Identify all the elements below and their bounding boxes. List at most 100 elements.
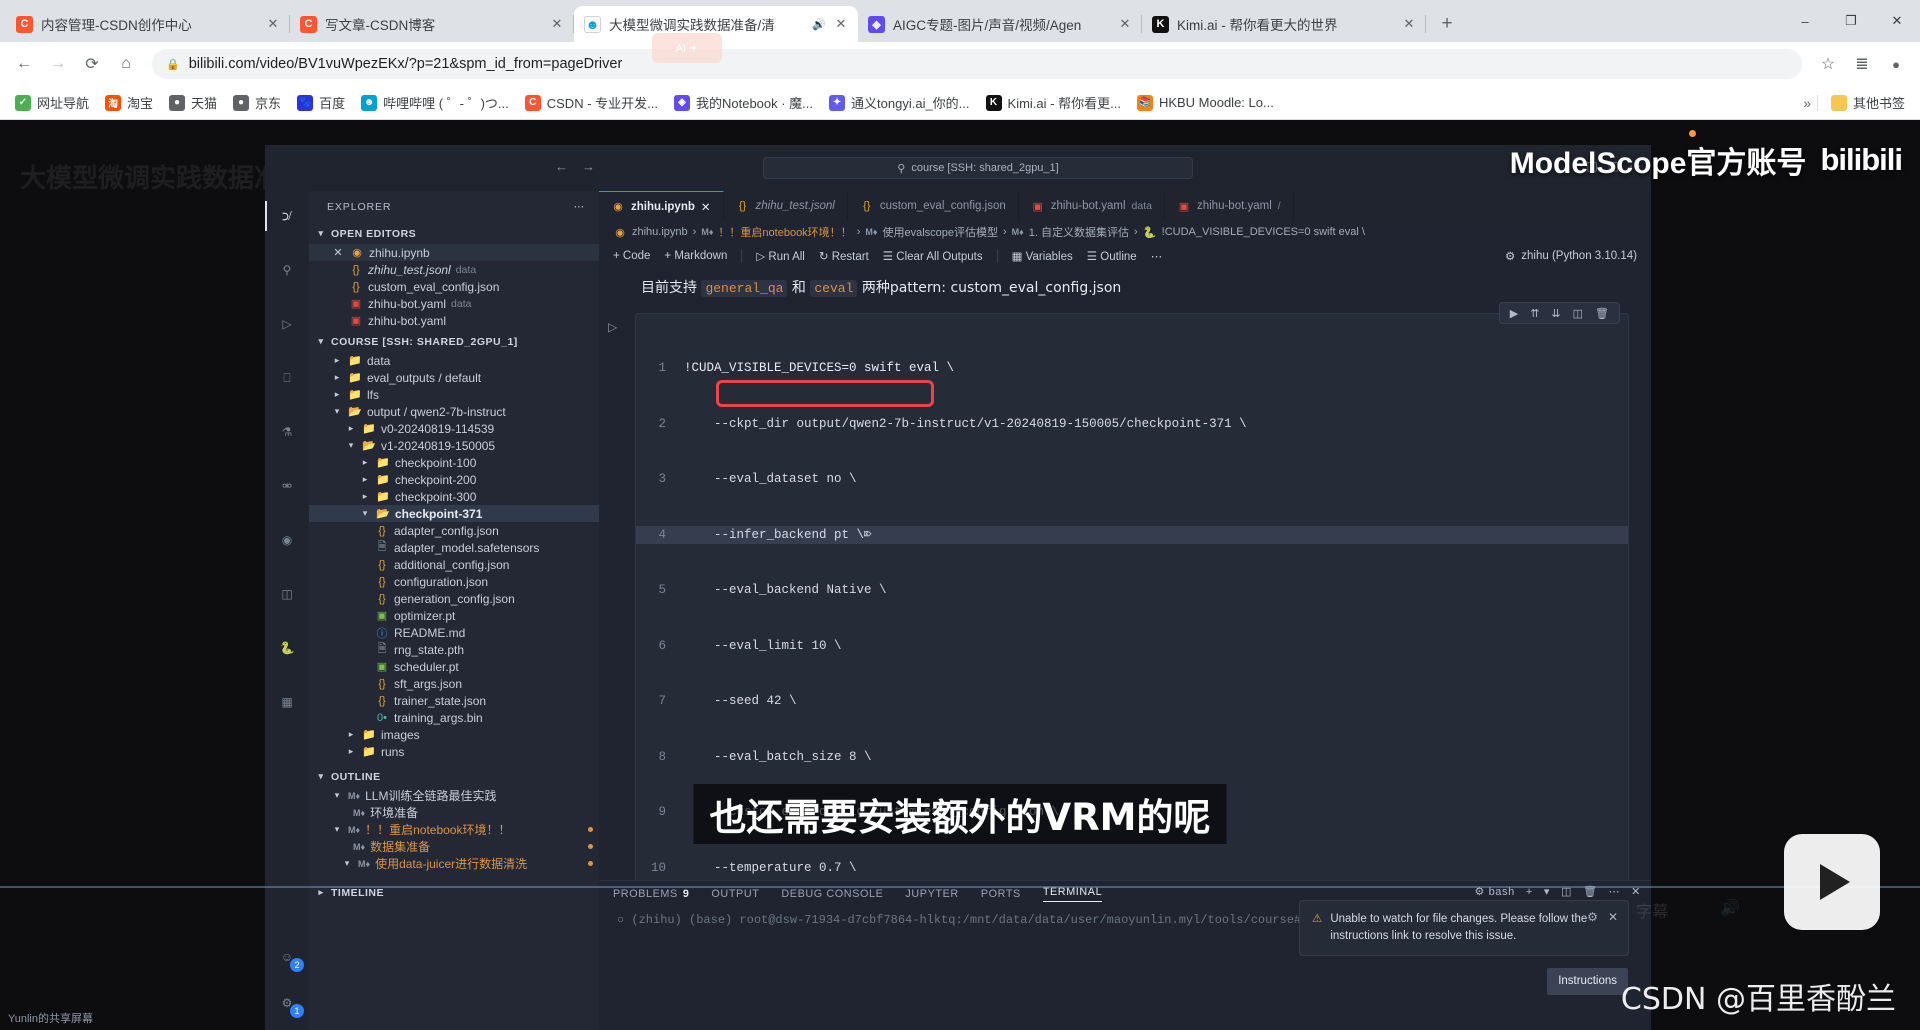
tree-item-readme[interactable]: ⓘ README.md bbox=[309, 624, 599, 641]
play-button-overlay[interactable] bbox=[1784, 834, 1880, 930]
editor-tab-zhihu-test-jsonl[interactable]: {} zhihu_test.jsonl bbox=[724, 191, 848, 221]
address-bar[interactable]: 🔒 bilibili.com/video/BV1vuWpezEKx/?p=21&… bbox=[152, 33, 1802, 79]
editor-tab-custom-eval-config[interactable]: {} custom_eval_config.json bbox=[848, 191, 1019, 221]
open-editor-item-3[interactable]: ▣ zhihu-bot.yaml data bbox=[309, 295, 599, 312]
open-editor-item-1[interactable]: {} zhihu_test.jsonl data bbox=[309, 261, 599, 278]
section-workspace[interactable]: ▾ COURSE [SSH: SHARED_2GPU_1] bbox=[309, 331, 599, 352]
bookmark-9[interactable]: K Kimi.ai - 帮你看更... bbox=[979, 89, 1128, 116]
tree-item-configuration[interactable]: {} configuration.json bbox=[309, 573, 599, 590]
other-bookmarks-button[interactable]: 其他书签 bbox=[1824, 89, 1912, 116]
outline-button[interactable]: ☰ Outline bbox=[1087, 249, 1137, 263]
tree-item-v1[interactable]: ▾ 📂 v1-20240819-150005 bbox=[309, 437, 599, 454]
gear-icon[interactable]: ⚙ 1 bbox=[267, 986, 307, 1020]
notification-toast[interactable]: ⚠ Unable to watch for file changes. Plea… bbox=[1299, 900, 1629, 995]
vscode-back-icon[interactable]: ← bbox=[555, 159, 568, 174]
tree-item-runs[interactable]: ▸ 📁 runs bbox=[309, 743, 599, 760]
close-icon[interactable]: ✕ bbox=[701, 200, 711, 214]
tree-item-checkpoint-200[interactable]: ▸ 📁 checkpoint-200 bbox=[309, 471, 599, 488]
maximize-button[interactable]: ❐ bbox=[1828, 0, 1874, 42]
close-icon[interactable]: ✕ bbox=[331, 246, 345, 259]
tree-item-checkpoint-300[interactable]: ▸ 📁 checkpoint-300 bbox=[309, 488, 599, 505]
markdown-cell-text[interactable]: 目前支持 general_qa 和 ceval 两种pattern: custo… bbox=[599, 277, 1651, 297]
reading-list-icon[interactable]: ≣ bbox=[1846, 48, 1878, 80]
tree-item-lfs[interactable]: ▸ 📁 lfs bbox=[309, 386, 599, 403]
source-control-icon[interactable]: ⚮ bbox=[267, 469, 307, 503]
bookmark-1[interactable]: 淘 淘宝 bbox=[98, 89, 160, 116]
tree-item-adapter-config[interactable]: {} adapter_config.json bbox=[309, 522, 599, 539]
add-markdown-cell-button[interactable]: + Markdown bbox=[664, 250, 727, 262]
breadcrumb-3[interactable]: 1. 自定义数据集评估 bbox=[1029, 224, 1129, 240]
outline-item-1[interactable]: M♦ 环境准备 bbox=[309, 804, 599, 821]
reload-button[interactable]: ⟳ bbox=[76, 48, 108, 80]
close-icon[interactable]: ✕ bbox=[834, 16, 848, 32]
bookmark-star-icon[interactable]: ☆ bbox=[1812, 48, 1844, 80]
kernel-selector[interactable]: ⚙ zhihu (Python 3.10.14) bbox=[1505, 249, 1637, 263]
panel-tab-output[interactable]: OUTPUT bbox=[711, 888, 759, 900]
breadcrumb-1[interactable]: ！！重启notebook环境！！ bbox=[718, 224, 851, 240]
tree-item-scheduler[interactable]: ▣ scheduler.pt bbox=[309, 658, 599, 675]
tree-item-adapter-model[interactable]: 🗎 adapter_model.safetensors bbox=[309, 539, 599, 556]
outline-item-3[interactable]: M♦ 数据集准备 bbox=[309, 838, 599, 855]
remote-explorer-icon[interactable]: ⎕ bbox=[267, 361, 307, 395]
open-editor-item-4[interactable]: ▣ zhihu-bot.yaml bbox=[309, 312, 599, 329]
bookmark-8[interactable]: ✦ 通义tongyi.ai_你的... bbox=[822, 89, 977, 116]
section-outline[interactable]: ▾ OUTLINE bbox=[309, 766, 599, 787]
open-editor-item-2[interactable]: {} custom_eval_config.json bbox=[309, 278, 599, 295]
browser-tab-4[interactable]: K Kimi.ai - 帮你看更大的世界 ✕ bbox=[1142, 6, 1426, 42]
bookmark-3[interactable]: ● 京东 bbox=[226, 89, 288, 116]
delete-cell-icon[interactable]: 🗑 bbox=[1595, 307, 1609, 320]
instructions-button[interactable]: Instructions bbox=[1547, 968, 1628, 995]
tree-item-generation-config[interactable]: {} generation_config.json bbox=[309, 590, 599, 607]
editor-tab-zhihu-ipynb[interactable]: ◉ zhihu.ipynb ✕ bbox=[599, 191, 724, 221]
run-and-debug-icon[interactable]: ▷ bbox=[267, 307, 307, 341]
breadcrumb-2[interactable]: 使用evalscope评估模型 bbox=[882, 224, 998, 240]
home-button[interactable]: ⌂ bbox=[110, 48, 142, 80]
bookmark-6[interactable]: C CSDN - 专业开发... bbox=[518, 89, 665, 116]
close-icon[interactable]: ✕ bbox=[1608, 909, 1618, 926]
breadcrumb-4[interactable]: !CUDA_VISIBLE_DEVICES=0 swift eval \ bbox=[1162, 226, 1365, 238]
run-cell-button[interactable]: ▷ bbox=[608, 320, 617, 334]
gear-icon[interactable]: ⚙ bbox=[1587, 909, 1598, 926]
panel-tab-jupyter[interactable]: JUPYTER bbox=[905, 888, 958, 900]
close-icon[interactable]: ✕ bbox=[1402, 16, 1416, 32]
browser-tab-0[interactable]: C 内容管理-CSDN创作中心 ✕ bbox=[6, 6, 290, 42]
clear-all-outputs-button[interactable]: ☰ Clear All Outputs bbox=[883, 249, 983, 263]
extensions-icon[interactable]: ▦ bbox=[267, 685, 307, 719]
panel-tab-ports[interactable]: PORTS bbox=[981, 888, 1021, 900]
close-window-button[interactable]: ✕ bbox=[1874, 0, 1920, 42]
tree-item-trainer-state[interactable]: {} trainer_state.json bbox=[309, 692, 599, 709]
close-icon[interactable]: ✕ bbox=[266, 16, 280, 32]
bookmark-5[interactable]: ☻ 哔哩哔哩 ( ゜- ゜)つ... bbox=[354, 89, 516, 116]
panel-tab-problems[interactable]: PROBLEMS 9 bbox=[613, 888, 689, 900]
explorer-icon[interactable]: ⟉ bbox=[265, 199, 307, 233]
more-icon[interactable]: ⋯ bbox=[574, 201, 585, 213]
new-tab-button[interactable]: + bbox=[1432, 9, 1462, 39]
close-icon[interactable]: ✕ bbox=[550, 16, 564, 32]
bookmark-4[interactable]: 🐾 百度 bbox=[290, 89, 352, 116]
control-subtitle-label[interactable]: 字幕 bbox=[1636, 898, 1668, 922]
run-all-button[interactable]: ▷ Run All bbox=[756, 249, 804, 263]
python-icon[interactable]: 🐍 bbox=[267, 631, 307, 665]
tree-item-rng-state[interactable]: 🗎 rng_state.pth bbox=[309, 641, 599, 658]
profile-avatar[interactable]: ● bbox=[1880, 48, 1912, 80]
run-above-icon[interactable]: ⇈ bbox=[1530, 307, 1539, 320]
bookmarks-overflow-button[interactable]: » bbox=[1803, 95, 1811, 111]
editor-tab-zhihu-bot-yaml-data[interactable]: ▣ zhihu-bot.yaml data bbox=[1019, 191, 1165, 221]
tree-item-data[interactable]: ▸ 📁 data bbox=[309, 352, 599, 369]
bookmark-0[interactable]: ✓ 网址导航 bbox=[8, 89, 96, 116]
breadcrumb-0[interactable]: zhihu.ipynb bbox=[632, 226, 688, 238]
tree-item-additional-config[interactable]: {} additional_config.json bbox=[309, 556, 599, 573]
outline-item-4[interactable]: ▾ M♦ 使用data-juicer进行数据清洗 bbox=[309, 855, 599, 872]
browser-tab-1[interactable]: C 写文章-CSDN博客 ✕ bbox=[290, 6, 574, 42]
more-icon[interactable]: ⋯ bbox=[1151, 249, 1163, 263]
command-center-search[interactable]: ⚲ course [SSH: shared_2gpu_1] bbox=[763, 157, 1193, 179]
forward-button[interactable]: → bbox=[42, 48, 74, 80]
audio-playing-icon[interactable]: 🔊 bbox=[812, 18, 826, 31]
ai-assistant-badge[interactable]: AI ✦ bbox=[652, 33, 722, 63]
bookmark-7[interactable]: ◈ 我的Notebook · 魔... bbox=[667, 89, 820, 116]
outline-item-2[interactable]: ▾ M♦ ！！重启notebook环境！！ bbox=[309, 821, 599, 838]
video-player[interactable]: 大模型微调实践数据准备 ModelScope官方账号 bilibili ← → … bbox=[0, 120, 1920, 1030]
tree-item-training-args[interactable]: 0• training_args.bin bbox=[309, 709, 599, 726]
run-cell-icon[interactable]: ▶ bbox=[1510, 307, 1518, 320]
variables-button[interactable]: ▦ Variables bbox=[1012, 249, 1073, 263]
